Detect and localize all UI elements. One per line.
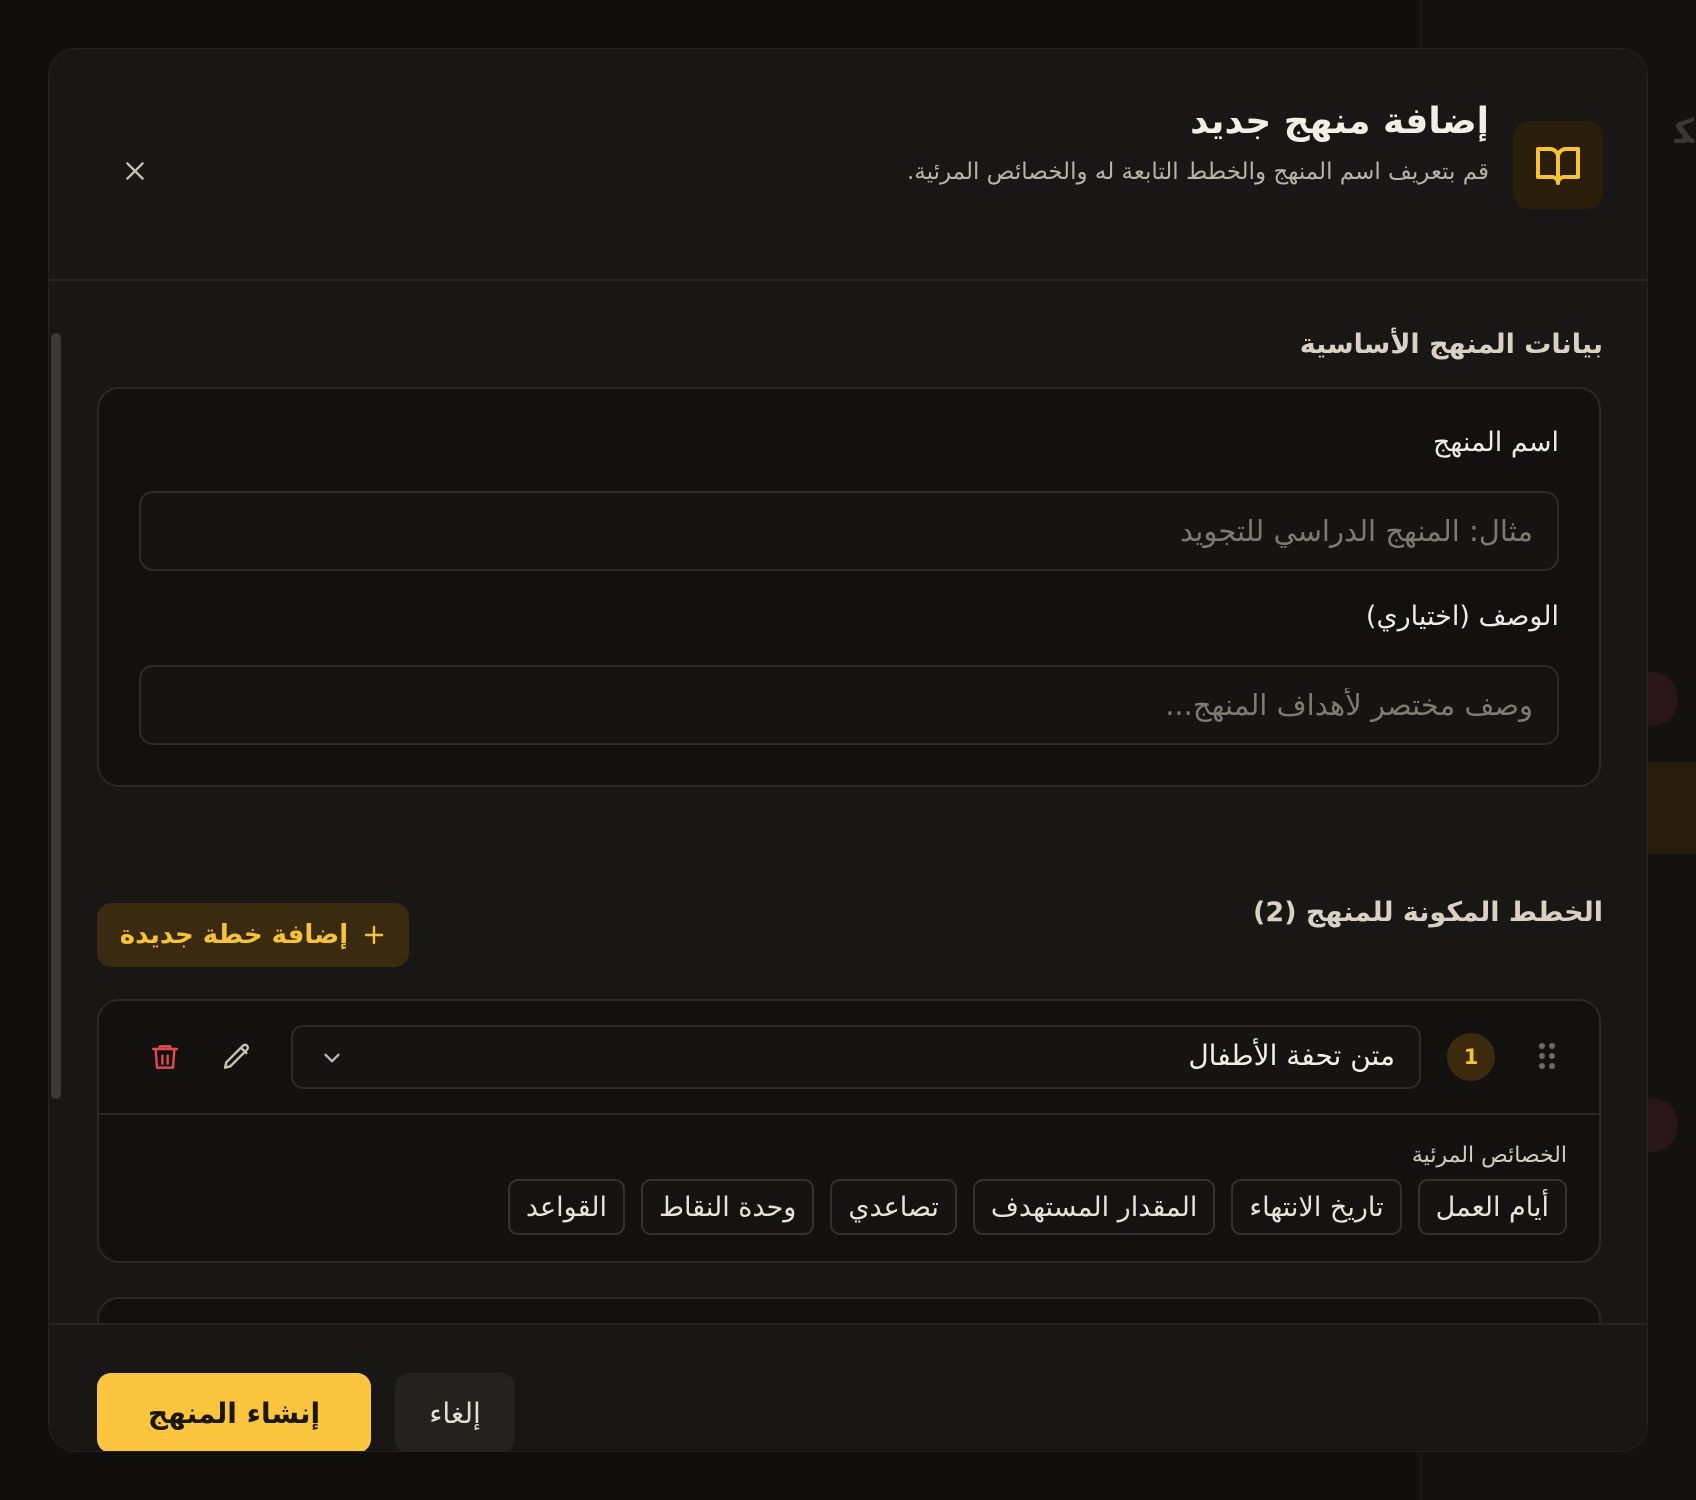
trash-icon (151, 1045, 179, 1069)
scrollbar-thumb[interactable] (51, 333, 61, 1099)
curriculum-description-input[interactable] (139, 665, 1559, 745)
create-curriculum-button[interactable]: إنشاء المنهج (97, 1373, 371, 1451)
properties-list: أيام العمل تاريخ الانتهاء المقدار المسته… (507, 1179, 1567, 1235)
drag-handle-icon[interactable] (1537, 1041, 1557, 1071)
plans-section-title: الخطط المكونة للمنهج (2) (1253, 897, 1603, 928)
plan-select-value: متن تحفة الأطفال (1188, 1039, 1395, 1072)
property-tag[interactable]: القواعد (507, 1179, 625, 1235)
plan-select[interactable]: متن تحفة الأطفال (291, 1025, 1421, 1089)
chevron-down-icon (324, 1053, 340, 1063)
cancel-button[interactable]: إلغاء (395, 1373, 515, 1451)
property-tag[interactable]: وحدة النقاط (640, 1179, 815, 1235)
pencil-icon (223, 1043, 250, 1069)
property-tag[interactable]: تاريخ الانتهاء (1231, 1179, 1402, 1235)
add-curriculum-dialog: إضافة منهج جديد قم بتعريف اسم المنهج وال… (48, 48, 1648, 1452)
basic-info-title: بيانات المنهج الأساسية (1299, 329, 1603, 360)
delete-plan-button[interactable] (145, 1037, 185, 1077)
curriculum-name-input[interactable] (139, 491, 1559, 571)
visible-properties-label: الخصائص المرئية (1411, 1143, 1567, 1168)
name-label: اسم المنهج (1432, 427, 1559, 458)
plan-divider (99, 1113, 1599, 1115)
plus-icon (365, 925, 384, 945)
dialog-footer: إنشاء المنهج إلغاء (49, 1323, 1647, 1451)
book-open-icon (1513, 121, 1603, 209)
property-tag[interactable]: أيام العمل (1417, 1179, 1567, 1235)
plan-number-badge: 1 (1447, 1033, 1495, 1081)
property-tag[interactable]: تصاعدي (830, 1179, 957, 1235)
dialog-title: إضافة منهج جديد (1190, 101, 1489, 142)
plan-card-second (97, 1297, 1601, 1323)
edit-plan-button[interactable] (217, 1037, 257, 1077)
add-plan-button[interactable]: إضافة خطة جديدة (97, 903, 409, 967)
basic-info-card: اسم المنهج الوصف (اختياري) (97, 387, 1601, 787)
plan-card: 1 متن تحفة الأطفال الخصائص المرئية أيام … (97, 999, 1601, 1263)
dialog-header: إضافة منهج جديد قم بتعريف اسم المنهج وال… (49, 49, 1647, 281)
description-label: الوصف (اختياري) (1365, 601, 1559, 632)
dialog-body[interactable]: بيانات المنهج الأساسية اسم المنهج الوصف … (49, 281, 1647, 1323)
close-icon (126, 162, 144, 180)
background-fragment: ﻜ (1674, 112, 1694, 152)
add-plan-label: إضافة خطة جديدة (119, 920, 349, 950)
property-tag[interactable]: المقدار المستهدف (972, 1179, 1216, 1235)
scrollbar[interactable] (49, 281, 63, 1323)
close-button[interactable] (111, 147, 159, 195)
dialog-subtitle: قم بتعريف اسم المنهج والخطط التابعة له و… (907, 159, 1489, 185)
